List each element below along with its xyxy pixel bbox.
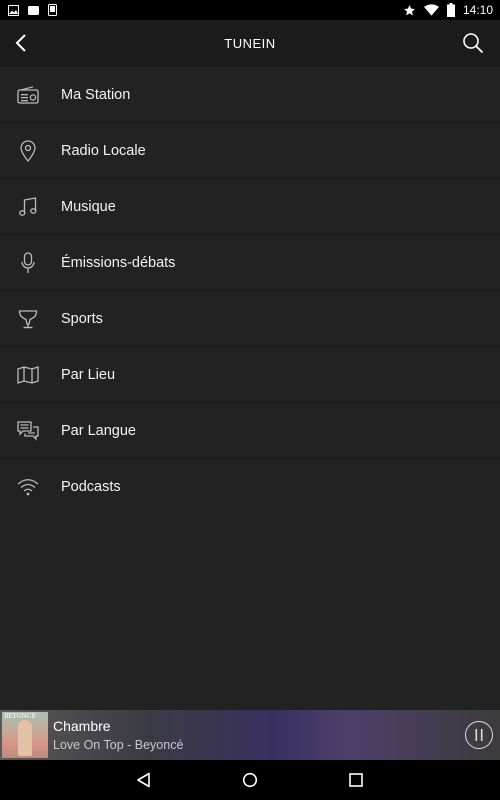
pause-button[interactable]: [465, 721, 493, 749]
status-bar: 14:10: [0, 0, 500, 20]
now-playing-title: Chambre: [53, 718, 111, 734]
radio-icon: [16, 83, 40, 107]
chat-bubbles-icon: [16, 419, 40, 443]
search-button[interactable]: [458, 28, 488, 58]
nav-home-button[interactable]: [238, 768, 262, 792]
menu-item-radio-locale[interactable]: Radio Locale: [0, 123, 500, 179]
music-note-icon: [16, 195, 40, 219]
battery-icon: [446, 3, 455, 17]
menu-item-par-lieu[interactable]: Par Lieu: [0, 347, 500, 403]
back-button[interactable]: [4, 26, 38, 60]
menu-item-par-langue[interactable]: Par Langue: [0, 403, 500, 459]
star-icon: [404, 4, 415, 15]
menu-item-label: Par Langue: [61, 422, 136, 439]
image-icon: [8, 4, 19, 16]
album-art[interactable]: BEYONCÉ: [2, 712, 48, 758]
menu-item-podcasts[interactable]: Podcasts: [0, 459, 500, 515]
now-playing-subtitle: Love On Top - Beyoncé: [53, 738, 184, 752]
home-circle-icon: [242, 772, 258, 788]
menu-item-label: Par Lieu: [61, 366, 116, 383]
menu-item-label: Radio Locale: [61, 142, 146, 159]
status-time: 14:10: [462, 3, 493, 17]
search-icon: [463, 33, 484, 54]
menu-item-ma-station[interactable]: Ma Station: [0, 67, 500, 123]
status-right-icons: 14:10: [403, 2, 493, 18]
podcast-wifi-icon: [16, 475, 40, 499]
pause-icon: [475, 729, 483, 741]
menu-item-sports[interactable]: Sports: [0, 291, 500, 347]
now-playing-bar[interactable]: BEYONCÉ Chambre Love On Top - Beyoncé: [0, 710, 500, 760]
menu-item-label: Ma Station: [61, 86, 131, 103]
status-left-icons: [8, 4, 57, 16]
location-pin-icon: [16, 139, 40, 163]
microphone-icon: [16, 251, 40, 275]
menu-item-label: Musique: [61, 198, 116, 215]
menu-item-label: Podcasts: [61, 479, 121, 495]
menu-item-musique[interactable]: Musique: [0, 179, 500, 235]
page-title: TUNEIN: [224, 36, 276, 51]
recents-square-icon: [349, 773, 363, 787]
back-triangle-icon: [137, 772, 150, 788]
phone-icon: [48, 4, 57, 16]
map-icon: [16, 363, 40, 387]
album-art-text: BEYONCÉ: [4, 713, 36, 720]
nav-recents-button[interactable]: [344, 768, 368, 792]
menu-item-emissions-debats[interactable]: Émissions-débats: [0, 235, 500, 291]
app-bar: TUNEIN: [0, 20, 500, 67]
album-art-figure: [18, 720, 32, 756]
nav-back-button[interactable]: [132, 768, 156, 792]
menu-item-label: Sports: [61, 310, 103, 327]
menu-item-label: Émissions-débats: [61, 254, 176, 271]
chevron-left-icon: [15, 34, 26, 52]
notification-icon: [28, 5, 39, 15]
system-nav-bar: [0, 760, 500, 800]
trophy-icon: [16, 307, 40, 331]
wifi-icon: [423, 4, 439, 16]
browse-menu: Ma Station Radio Locale Musique Émission…: [0, 67, 500, 710]
